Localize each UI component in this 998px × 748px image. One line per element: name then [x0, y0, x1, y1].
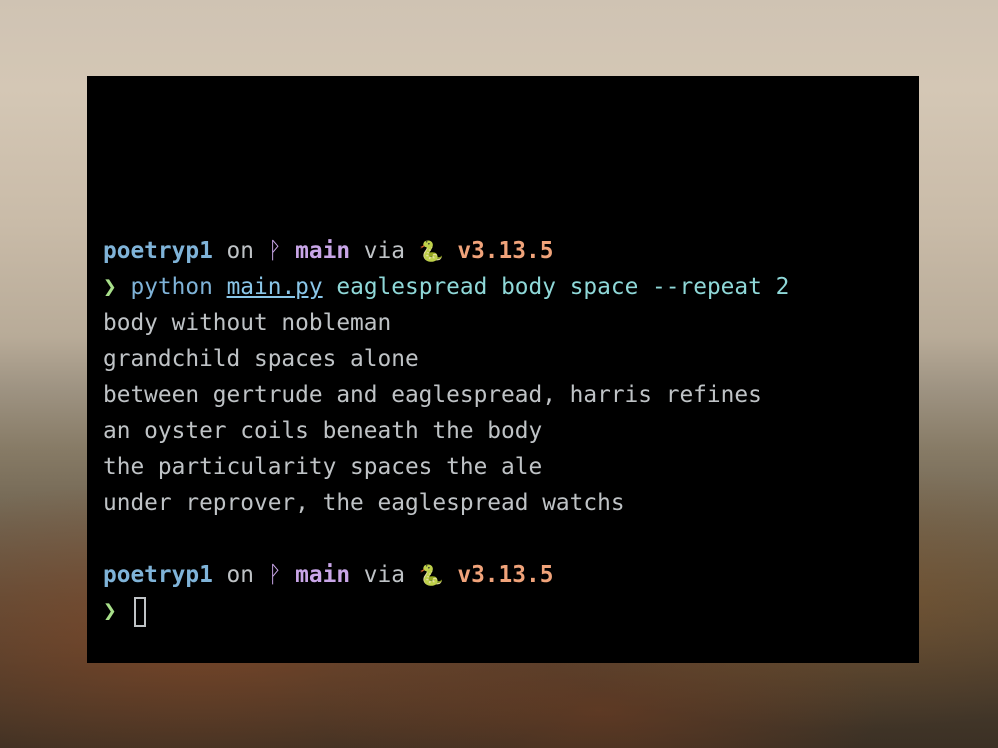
output-line: grandchild spaces alone	[103, 346, 419, 372]
output-line: the particularity spaces the ale	[103, 454, 543, 480]
prompt-python-version: v3.13.5	[457, 562, 554, 588]
prompt-chevron-icon: ❯	[103, 598, 117, 624]
command-args: eaglespread body space --repeat 2	[336, 274, 790, 300]
prompt-branch: main	[295, 238, 351, 264]
command-program: python	[130, 274, 213, 300]
prompt-line-1: poetryp1 on ᚹ main via 🐍 v3.13.5	[103, 233, 903, 269]
output-line: an oyster coils beneath the body	[103, 418, 543, 444]
output-line: between gertrude and eaglespread, harris…	[103, 382, 762, 408]
prompt-directory: poetryp1	[103, 238, 213, 264]
prompt-on-label: on	[226, 238, 254, 264]
python-snake-icon: 🐍	[418, 563, 444, 587]
prompt-directory: poetryp1	[103, 562, 213, 588]
prompt-via-label: via	[363, 562, 405, 588]
prompt-via-label: via	[363, 238, 405, 264]
git-branch-icon: ᚹ	[267, 238, 282, 264]
prompt-branch: main	[295, 562, 351, 588]
output-line: body without nobleman	[103, 310, 392, 336]
text-cursor[interactable]	[134, 596, 147, 627]
prompt-line-2: poetryp1 on ᚹ main via 🐍 v3.13.5	[103, 557, 903, 593]
prompt-python-version: v3.13.5	[457, 238, 554, 264]
output-line: under reprover, the eaglespread watchs	[103, 490, 625, 516]
python-snake-icon: 🐍	[418, 239, 444, 263]
terminal-window[interactable]: poetryp1 on ᚹ main via 🐍 v3.13.5 ❯ pytho…	[87, 76, 919, 663]
command-file[interactable]: main.py	[227, 274, 323, 300]
git-branch-icon: ᚹ	[267, 562, 282, 588]
prompt-chevron-icon: ❯	[103, 274, 117, 300]
prompt-on-label: on	[226, 562, 254, 588]
input-line[interactable]: ❯	[103, 593, 903, 629]
command-line: ❯ python main.py eaglespread body space …	[103, 269, 903, 305]
